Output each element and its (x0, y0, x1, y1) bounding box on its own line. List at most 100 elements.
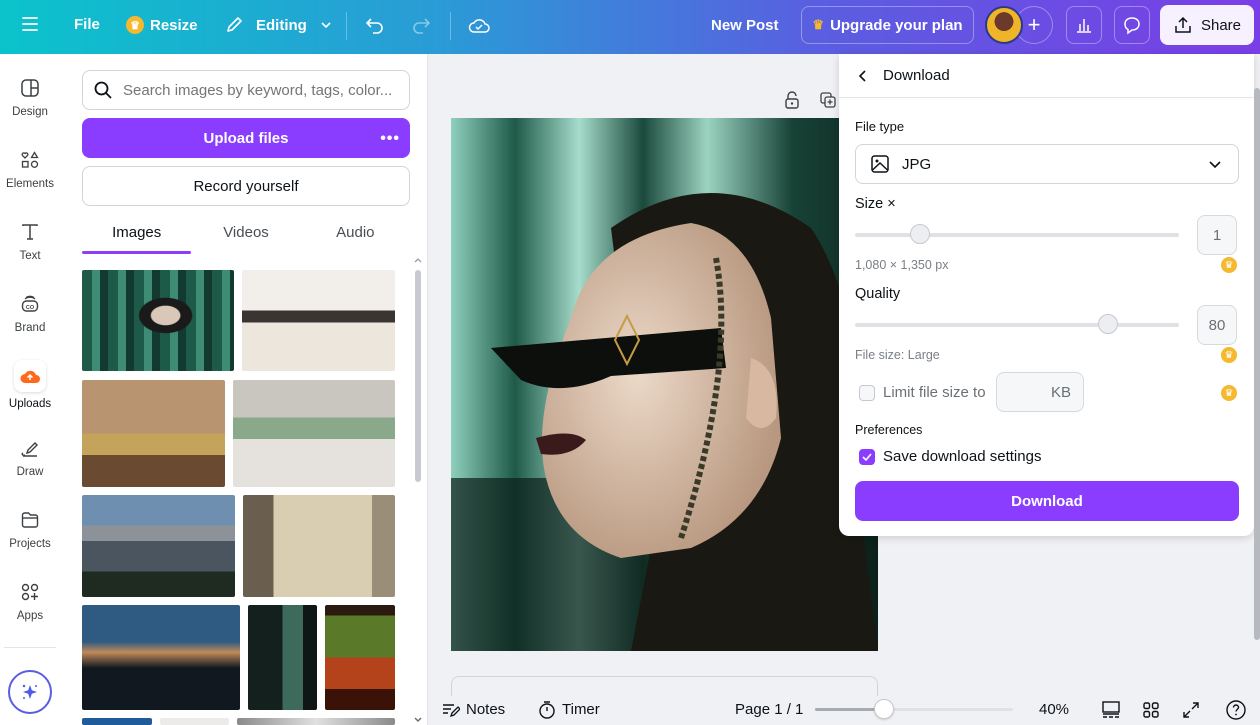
search-box[interactable] (82, 70, 410, 110)
avatar[interactable] (985, 6, 1023, 44)
apps-icon (18, 580, 42, 604)
page-label: Page 1 / 1 (735, 701, 804, 718)
share-label: Share (1200, 16, 1242, 34)
scroll-down-icon[interactable] (413, 716, 423, 724)
fullscreen-icon[interactable] (1181, 700, 1201, 720)
help-icon[interactable] (1225, 699, 1247, 721)
image-thumbnail[interactable] (248, 605, 317, 710)
download-button[interactable]: Download (855, 481, 1239, 521)
image-thumbnail[interactable] (242, 270, 395, 371)
tab-label: Images (112, 224, 162, 241)
image-thumbnail[interactable] (233, 380, 395, 487)
cloud-save-status[interactable] (467, 14, 491, 36)
divider (450, 12, 451, 40)
tab-label: Videos (223, 224, 269, 241)
more-options-icon[interactable]: ••• (380, 130, 400, 148)
image-thumbnail[interactable] (82, 718, 152, 725)
comments-button[interactable] (1114, 6, 1150, 44)
zoom-level[interactable]: 40% (1039, 701, 1069, 718)
unlock-icon[interactable] (783, 90, 801, 110)
undo-button[interactable] (364, 14, 386, 36)
resize-button[interactable]: ♛ Resize (126, 16, 198, 34)
download-panel: Download File type JPG Size × 1 1,080 × … (839, 54, 1254, 536)
upgrade-button[interactable]: ♛ Upgrade your plan (801, 6, 974, 44)
size-value-input[interactable]: 1 (1197, 215, 1237, 255)
tab-audio[interactable]: Audio (301, 214, 410, 254)
undo-icon (365, 18, 383, 34)
image-thumbnail[interactable] (82, 605, 240, 710)
notes-button[interactable]: Notes (442, 701, 505, 718)
quality-label: Quality (855, 286, 901, 302)
search-input[interactable] (123, 81, 403, 99)
record-yourself-button[interactable]: Record yourself (82, 166, 410, 206)
quality-value-input[interactable]: 80 (1197, 305, 1237, 345)
next-page-preview[interactable] (451, 676, 878, 696)
scroll-up-icon[interactable] (413, 256, 423, 264)
zoom-slider-handle[interactable] (874, 699, 895, 719)
image-thumbnail[interactable] (82, 270, 234, 371)
grid-view-icon[interactable] (1141, 700, 1161, 720)
back-chevron-icon[interactable] (857, 69, 869, 83)
notes-label: Notes (466, 701, 506, 718)
tab-images[interactable]: Images (82, 214, 192, 254)
image-thumbnail[interactable] (160, 718, 229, 725)
page-indicator[interactable]: Page 1 / 1 (735, 701, 803, 718)
duplicate-page-icon[interactable] (819, 91, 837, 109)
share-button[interactable]: Share (1160, 5, 1254, 45)
rail-item-uploads[interactable]: Uploads (0, 360, 60, 410)
divider (4, 647, 56, 648)
quality-value: 80 (1208, 316, 1226, 334)
download-header: Download (839, 54, 1254, 98)
rail-item-draw[interactable]: Draw (0, 436, 60, 478)
rail-item-projects[interactable]: Projects (0, 508, 60, 550)
design-photo[interactable] (451, 118, 878, 651)
quality-slider[interactable] (855, 314, 1179, 334)
image-icon (871, 155, 889, 173)
rail-item-elements[interactable]: Elements (0, 148, 60, 190)
rail-item-design[interactable]: Design (0, 76, 60, 118)
file-type-select[interactable]: JPG (855, 144, 1239, 184)
file-menu[interactable]: File (74, 16, 100, 33)
timer-button[interactable]: Timer (538, 700, 600, 720)
design-title[interactable]: New Post (711, 17, 779, 34)
upload-files-button[interactable]: Upload files ••• (82, 118, 410, 158)
save-settings-checkbox[interactable] (859, 449, 875, 465)
limit-file-size-label: Limit file size to (883, 384, 986, 401)
image-thumbnail[interactable] (325, 605, 395, 710)
rail-item-text[interactable]: Text (0, 220, 60, 262)
rail-label: Brand (14, 322, 46, 334)
cloud-upload-icon (14, 360, 46, 392)
kb-input[interactable]: KB (996, 372, 1084, 412)
rail-item-apps[interactable]: Apps (0, 580, 60, 622)
image-thumbnail[interactable] (237, 718, 395, 725)
size-value: 1 (1212, 226, 1222, 244)
title-label: New Post (711, 17, 779, 34)
insights-button[interactable] (1066, 6, 1102, 44)
size-slider-handle[interactable] (909, 224, 930, 244)
quality-slider-handle[interactable] (1097, 314, 1118, 334)
page-scrollbar[interactable] (1254, 88, 1260, 640)
rail-item-brand[interactable]: CO Brand (0, 292, 60, 334)
limit-file-size-checkbox[interactable] (859, 385, 875, 401)
magic-ai-button[interactable] (8, 670, 52, 714)
save-settings-label: Save download settings (883, 448, 1042, 465)
timer-label: Timer (562, 701, 600, 718)
upload-label: Upload files (203, 129, 289, 147)
tab-videos[interactable]: Videos (191, 214, 300, 254)
page-view-icon[interactable] (1101, 700, 1121, 720)
image-thumbnail[interactable] (82, 495, 235, 597)
image-thumbnail[interactable] (243, 495, 395, 597)
download-title: Download (883, 67, 950, 84)
redo-button[interactable] (410, 14, 432, 36)
crown-icon: ♛ (126, 16, 144, 34)
zoom-slider[interactable] (815, 699, 1013, 719)
rail-label: Uploads (8, 398, 52, 410)
zoom-value: 40% (1039, 701, 1070, 718)
menu-button[interactable] (20, 14, 40, 34)
draw-icon (18, 436, 42, 460)
size-slider[interactable] (855, 224, 1179, 244)
panel-scrollbar[interactable] (415, 270, 421, 482)
editing-mode-dropdown[interactable]: Editing (224, 15, 333, 35)
layout-icon (18, 76, 42, 100)
image-thumbnail[interactable] (82, 380, 225, 487)
